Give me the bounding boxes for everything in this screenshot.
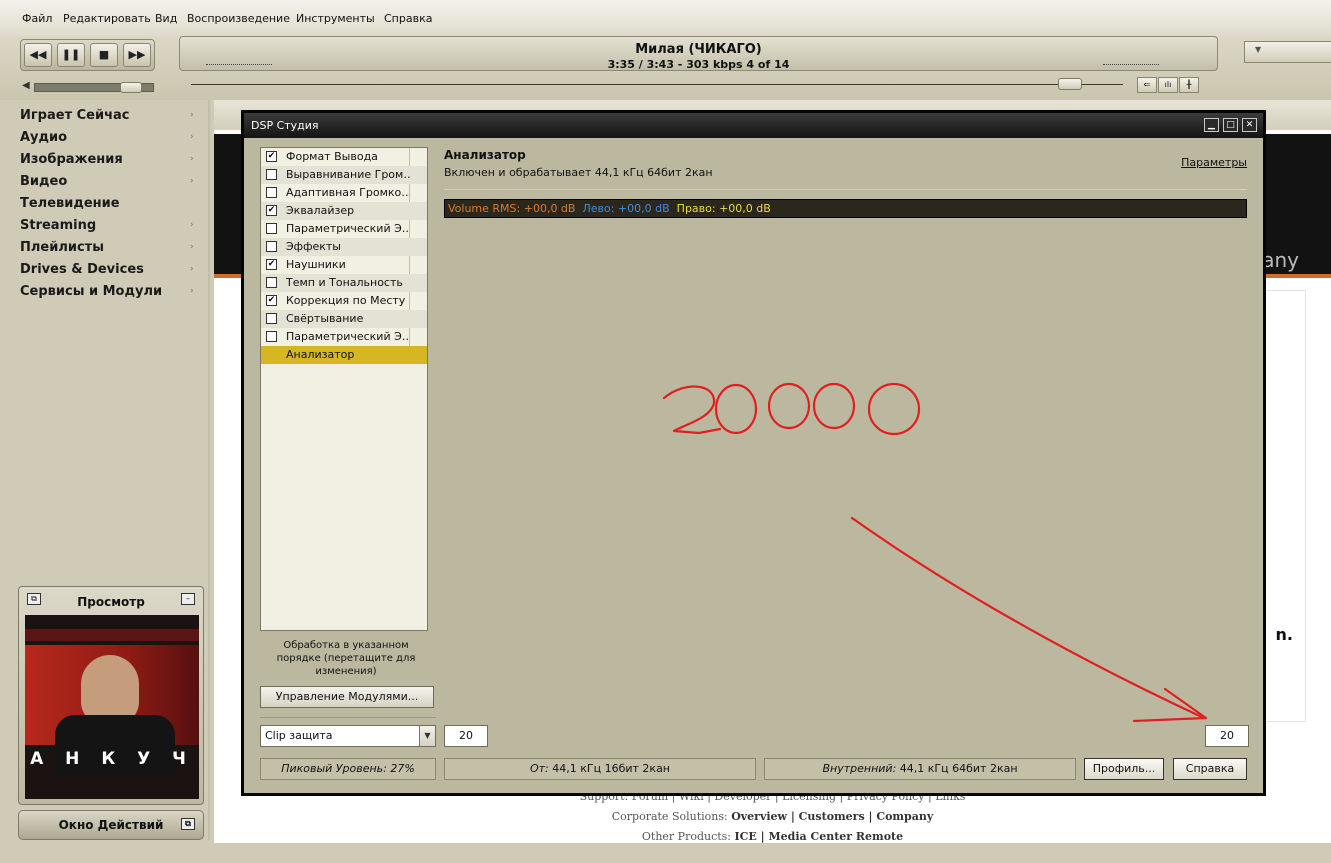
menu-help[interactable]: Справка bbox=[384, 12, 432, 25]
stop-icon[interactable]: ■ bbox=[90, 43, 118, 67]
internal-value: 44,1 кГц 64бит 2кан bbox=[899, 762, 1018, 775]
visualizer-icon[interactable]: ılı bbox=[1158, 77, 1178, 93]
footer-corporate: Corporate Solutions: Overview | Customer… bbox=[214, 810, 1331, 823]
menu-view[interactable]: Вид bbox=[155, 12, 177, 25]
annotation-text: 20000 bbox=[244, 113, 279, 116]
sidebar-splitter[interactable] bbox=[208, 100, 212, 840]
speaker-icon[interactable]: ◀ bbox=[22, 80, 30, 91]
position-slider[interactable] bbox=[191, 84, 1123, 85]
next-icon[interactable]: ▶▶ bbox=[123, 43, 151, 67]
menu-edit[interactable]: Редактировать bbox=[63, 12, 151, 25]
from-label: От: bbox=[529, 762, 549, 775]
from-value: 44,1 кГц 16бит 2кан bbox=[552, 762, 670, 775]
action-window-label: Окно Действий bbox=[58, 818, 164, 832]
chevron-right-icon: › bbox=[190, 264, 194, 274]
repeat-icon[interactable]: ⇐ bbox=[1137, 77, 1157, 93]
profile-button[interactable]: Профиль... bbox=[1084, 758, 1164, 780]
clip-value-right[interactable]: 20 bbox=[1205, 725, 1249, 747]
chevron-down-icon[interactable]: ▼ bbox=[419, 726, 435, 746]
sidebar-item-streaming[interactable]: Streaming bbox=[20, 218, 96, 233]
level-meter-right bbox=[1103, 55, 1159, 65]
chevron-right-icon: › bbox=[190, 286, 194, 296]
track-title: Милая (ЧИКАГО) bbox=[635, 42, 762, 57]
footer-corporate-label: Corporate Solutions: bbox=[611, 810, 728, 823]
sidebar: Играет Сейчас › Аудио › Изображения › Ви… bbox=[0, 100, 212, 863]
menu-file[interactable]: Файл bbox=[22, 12, 52, 25]
chevron-right-icon: › bbox=[190, 220, 194, 230]
sidebar-item-services[interactable]: Сервисы и Модули bbox=[20, 284, 162, 299]
sidebar-item-images[interactable]: Изображения bbox=[20, 152, 123, 167]
dsp-studio-dialog: DSP Студия ▁ □ ✕ ✔ Формат Вывода Выравнива… bbox=[241, 110, 1266, 796]
popout-icon: ⧉ bbox=[181, 818, 195, 830]
transport-controls: ◀◀ ❚❚ ■ ▶▶ bbox=[20, 39, 155, 71]
content-text-fragment: n. bbox=[1275, 625, 1293, 644]
sidebar-item-audio[interactable]: Аудио bbox=[20, 130, 67, 145]
clip-option: Clip защита bbox=[265, 729, 333, 742]
help-button[interactable]: Справка bbox=[1173, 758, 1247, 780]
chevron-right-icon: › bbox=[190, 110, 194, 120]
internal-label: Внутренний: bbox=[822, 762, 897, 775]
volume-knob[interactable] bbox=[120, 82, 142, 93]
footer-corporate-links[interactable]: Overview | Customers | Company bbox=[731, 810, 933, 823]
minimize-icon[interactable]: – bbox=[181, 593, 195, 605]
footer-other: Other Products: ICE | Media Center Remot… bbox=[214, 830, 1331, 843]
sidebar-item-video[interactable]: Видео bbox=[20, 174, 67, 189]
chevron-right-icon: › bbox=[190, 154, 194, 164]
menu-bar: Файл Редактировать Вид Воспроизведение И… bbox=[0, 0, 1331, 36]
internal-format: Внутренний: 44,1 кГц 64бит 2кан bbox=[764, 758, 1076, 780]
album-art: А Н К У Ч bbox=[25, 615, 199, 799]
menu-playback[interactable]: Воспроизведение bbox=[187, 12, 290, 25]
chevron-right-icon: › bbox=[190, 132, 194, 142]
track-display: Милая (ЧИКАГО) 3:35 / 3:43 - 303 kbps 4 … bbox=[179, 36, 1218, 71]
dsp-icon[interactable]: ╫ bbox=[1179, 77, 1199, 93]
handwritten-annotation: 20000 bbox=[244, 113, 1208, 723]
album-art-text: А Н К У Ч bbox=[30, 749, 194, 769]
sidebar-item-tv[interactable]: Телевидение bbox=[20, 196, 120, 211]
preview-panel: ⧉ Просмотр – А Н К У Ч bbox=[18, 586, 204, 805]
peak-level-text: Пиковый Уровень: 27% bbox=[281, 762, 415, 775]
mini-buttons: ⇐ ılı ╫ bbox=[1137, 77, 1203, 93]
footer-other-label: Other Products: bbox=[641, 830, 732, 843]
sidebar-item-now-playing[interactable]: Играет Сейчас bbox=[20, 108, 130, 123]
track-info: 3:35 / 3:43 - 303 kbps 4 of 14 bbox=[607, 58, 790, 71]
sidebar-item-playlists[interactable]: Плейлисты bbox=[20, 240, 104, 255]
page-bottom-strip bbox=[214, 843, 1331, 863]
clip-value-left[interactable]: 20 bbox=[444, 725, 488, 747]
search-dropdown[interactable]: ▼ bbox=[1244, 41, 1331, 63]
position-knob[interactable] bbox=[1057, 78, 1082, 90]
sidebar-item-drives[interactable]: Drives & Devices bbox=[20, 262, 144, 277]
chevron-right-icon: › bbox=[190, 176, 194, 186]
pause-icon[interactable]: ❚❚ bbox=[57, 43, 85, 67]
chevron-right-icon: › bbox=[190, 242, 194, 252]
player-bar: ◀◀ ❚❚ ■ ▶▶ ◀ Милая (ЧИКАГО) 3:35 / 3:43 … bbox=[0, 36, 1331, 100]
clip-protection-select[interactable]: Clip защита ▼ bbox=[260, 725, 436, 747]
volume-slider[interactable] bbox=[34, 82, 154, 93]
peak-level: Пиковый Уровень: 27% bbox=[260, 758, 436, 780]
source-format: От: 44,1 кГц 16бит 2кан bbox=[444, 758, 756, 780]
preview-title: Просмотр bbox=[77, 595, 145, 609]
chevron-down-icon: ▼ bbox=[1255, 45, 1262, 54]
footer-other-links[interactable]: ICE | Media Center Remote bbox=[735, 830, 904, 843]
previous-icon[interactable]: ◀◀ bbox=[24, 43, 52, 67]
menu-tools[interactable]: Инструменты bbox=[296, 12, 375, 25]
volume-control: ◀ bbox=[22, 80, 156, 94]
action-window-button[interactable]: Окно Действий ⧉ bbox=[18, 810, 204, 840]
